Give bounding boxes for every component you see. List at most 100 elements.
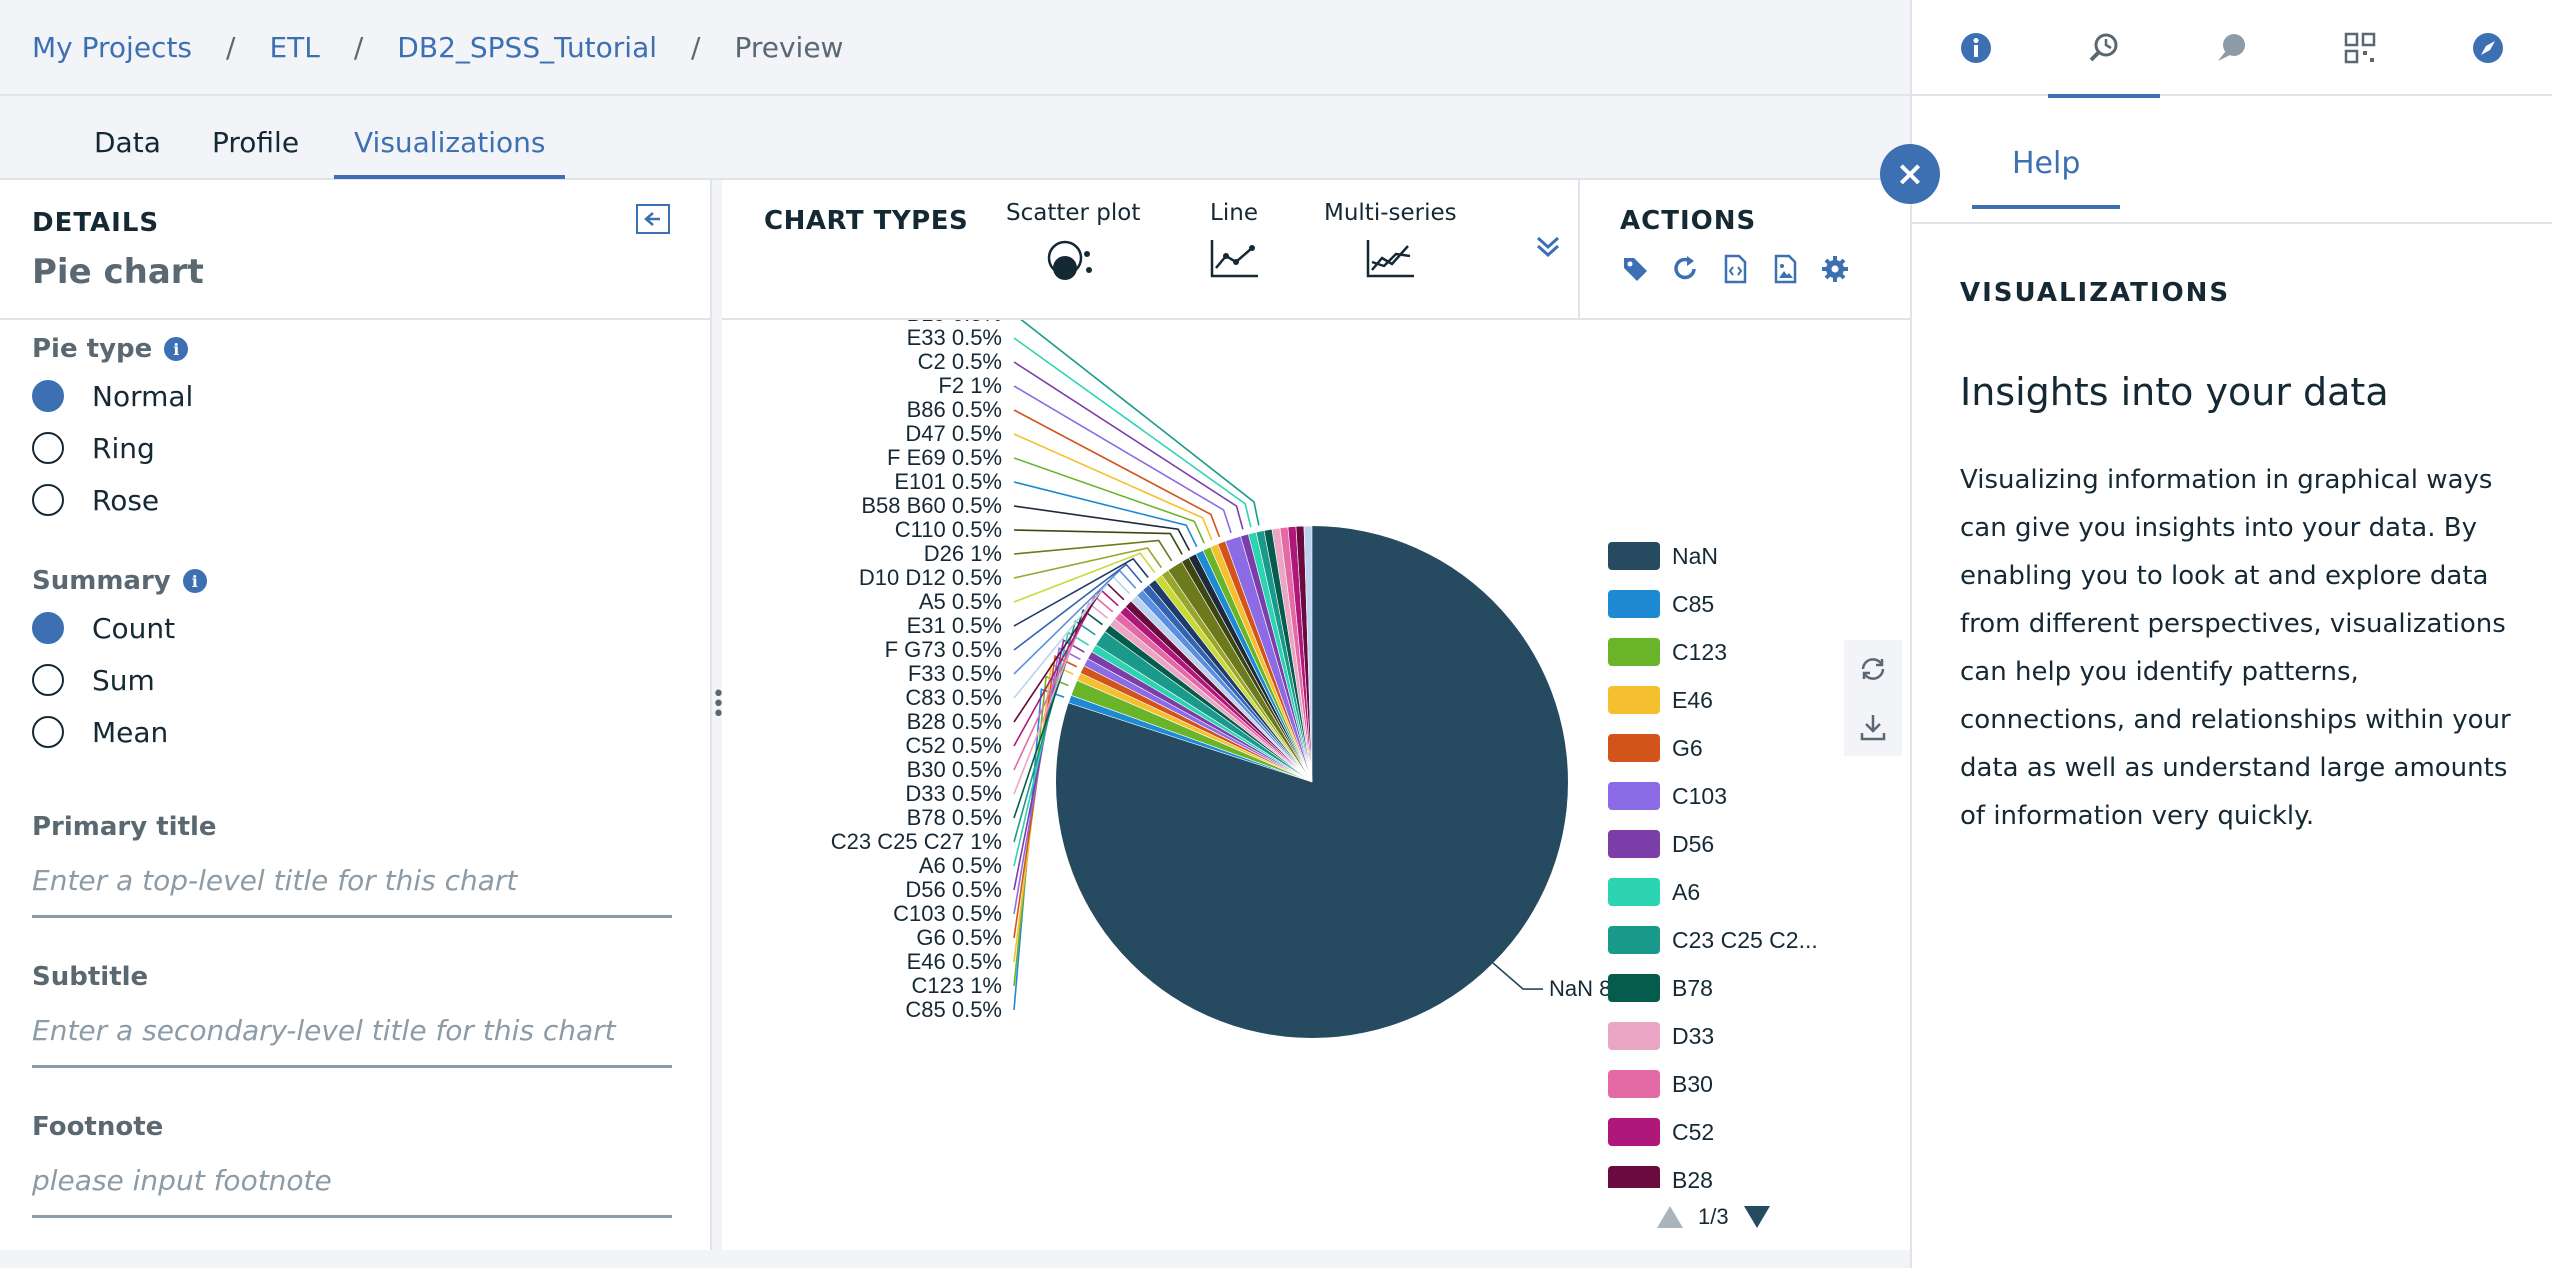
primary-title-label: Primary title — [32, 812, 217, 842]
chart-type-scatter[interactable]: Scatter plot — [1006, 200, 1140, 290]
refresh-icon[interactable] — [1670, 254, 1700, 284]
primary-title-input[interactable]: Enter a top-level title for this chart — [32, 864, 672, 918]
slice-label: D10 D12 0.5% — [859, 565, 1002, 590]
legend-item[interactable]: C52 — [1608, 1108, 1828, 1156]
chart-type-line[interactable]: Line — [1204, 200, 1264, 290]
slice-label: F E69 0.5% — [887, 445, 1002, 470]
top-bar: My Projects / ETL / DB2_SPSS_Tutorial / … — [0, 0, 1910, 96]
tab-profile[interactable]: Profile — [192, 126, 319, 175]
tag-icon[interactable] — [1620, 254, 1650, 284]
slice-label: B19 0.5% — [907, 320, 1002, 326]
legend-item[interactable]: C123 — [1608, 628, 1828, 676]
label-leader-line — [1020, 320, 1260, 526]
breadcrumb-separator: / — [226, 30, 236, 64]
radio-rose[interactable]: Rose — [32, 474, 678, 526]
slice-label: C110 0.5% — [895, 517, 1002, 542]
chat-icon — [2218, 34, 2245, 61]
legend-swatch — [1608, 734, 1660, 762]
legend-label: C123 — [1672, 638, 1727, 665]
legend-swatch — [1608, 686, 1660, 714]
legend-item[interactable]: D33 — [1608, 1012, 1828, 1060]
close-help-button[interactable]: × — [1880, 144, 1940, 204]
radio-count[interactable]: Count — [32, 602, 678, 654]
tab-visualizations[interactable]: Visualizations — [334, 126, 566, 179]
pager-down-icon[interactable] — [1743, 1204, 1771, 1230]
legend-item[interactable]: C85 — [1608, 580, 1828, 628]
multi-series-icon — [1367, 240, 1415, 278]
legend-item[interactable]: G6 — [1608, 724, 1828, 772]
chart-types-label: CHART TYPES — [764, 206, 969, 236]
legend-item[interactable]: B30 — [1608, 1060, 1828, 1108]
legend-pager: 1/3 — [1656, 1204, 1771, 1230]
radio-normal[interactable]: Normal — [32, 370, 678, 422]
help-panel: Help VISUALIZATIONS Insights into your d… — [1910, 0, 2552, 1268]
chart-name: Pie chart — [32, 252, 204, 292]
legend-swatch — [1608, 782, 1660, 810]
slice-label: C2 0.5% — [918, 349, 1002, 374]
slice-label: B78 0.5% — [907, 805, 1002, 830]
footnote-input[interactable]: please input footnote — [32, 1164, 672, 1218]
breadcrumb-my-projects[interactable]: My Projects — [32, 31, 192, 64]
scatter-plot-icon — [1047, 240, 1093, 280]
tab-help[interactable]: Help — [1972, 146, 2121, 209]
rail-explore-button[interactable] — [2040, 0, 2168, 98]
slice-label: G6 0.5% — [916, 925, 1002, 950]
legend-item[interactable]: C103 — [1608, 772, 1828, 820]
legend-item[interactable]: C23 C25 C2... — [1608, 916, 1828, 964]
legend-item[interactable]: NaN — [1608, 532, 1828, 580]
legend-label: NaN — [1672, 542, 1719, 569]
image-icon[interactable] — [1770, 254, 1800, 284]
legend-item[interactable]: B28 — [1608, 1156, 1828, 1188]
radio-empty-icon — [32, 664, 64, 696]
reset-icon[interactable] — [1857, 653, 1889, 685]
rail-info-button[interactable] — [1912, 0, 2040, 96]
radio-label: Normal — [92, 379, 194, 413]
slice-label: E46 0.5% — [907, 949, 1002, 974]
radio-selected-icon — [32, 612, 64, 644]
collapse-icon — [644, 212, 660, 226]
rail-grid-button[interactable] — [2296, 0, 2424, 96]
label-leader-line — [1492, 962, 1544, 990]
radio-ring[interactable]: Ring — [32, 422, 678, 474]
radio-mean[interactable]: Mean — [32, 706, 678, 758]
legend-item[interactable]: E46 — [1608, 676, 1828, 724]
subtitle-input[interactable]: Enter a secondary-level title for this c… — [32, 1014, 672, 1068]
radio-sum[interactable]: Sum — [32, 654, 678, 706]
slice-label: B86 0.5% — [907, 397, 1002, 422]
legend-label: B28 — [1672, 1166, 1713, 1189]
info-icon[interactable]: i — [182, 569, 207, 593]
legend-swatch — [1608, 878, 1660, 906]
breadcrumb-separator: / — [353, 30, 364, 64]
subtitle-label: Subtitle — [32, 962, 149, 992]
slice-label: D26 1% — [924, 541, 1002, 566]
rail-chat-button[interactable] — [2168, 0, 2296, 96]
breadcrumb-project[interactable]: DB2_SPSS_Tutorial — [397, 31, 657, 64]
chart-type-multi-series[interactable]: Multi-series — [1324, 200, 1457, 290]
label-leader-line — [1013, 552, 1156, 603]
expand-chart-types-button[interactable] — [1534, 232, 1562, 264]
collapse-panel-button[interactable] — [636, 204, 670, 234]
info-icon — [1961, 33, 1991, 63]
legend-item[interactable]: D56 — [1608, 820, 1828, 868]
radio-label: Sum — [92, 663, 155, 697]
close-icon: × — [1895, 154, 1925, 194]
slice-label: F33 0.5% — [908, 661, 1002, 686]
settings-icon[interactable] — [1820, 254, 1850, 284]
rail-compass-button[interactable] — [2424, 0, 2552, 96]
radio-empty-icon — [32, 484, 64, 516]
code-icon[interactable] — [1720, 254, 1750, 284]
pager-up-icon[interactable] — [1656, 1204, 1684, 1230]
label-leader-line — [1013, 361, 1244, 530]
chart-types-bar: CHART TYPES Scatter plot Line Multi-seri… — [722, 180, 1910, 320]
slice-label: D56 0.5% — [905, 877, 1002, 902]
legend-item[interactable]: A6 — [1608, 868, 1828, 916]
breadcrumb-etl[interactable]: ETL — [269, 31, 319, 64]
info-icon[interactable]: i — [164, 337, 189, 361]
radio-label: Rose — [92, 483, 160, 517]
legend-swatch — [1608, 590, 1660, 618]
tab-data[interactable]: Data — [74, 126, 181, 175]
legend-label: B30 — [1672, 1070, 1713, 1097]
download-icon[interactable] — [1857, 711, 1889, 743]
rail-icons — [1912, 0, 2552, 98]
legend-item[interactable]: B78 — [1608, 964, 1828, 1012]
